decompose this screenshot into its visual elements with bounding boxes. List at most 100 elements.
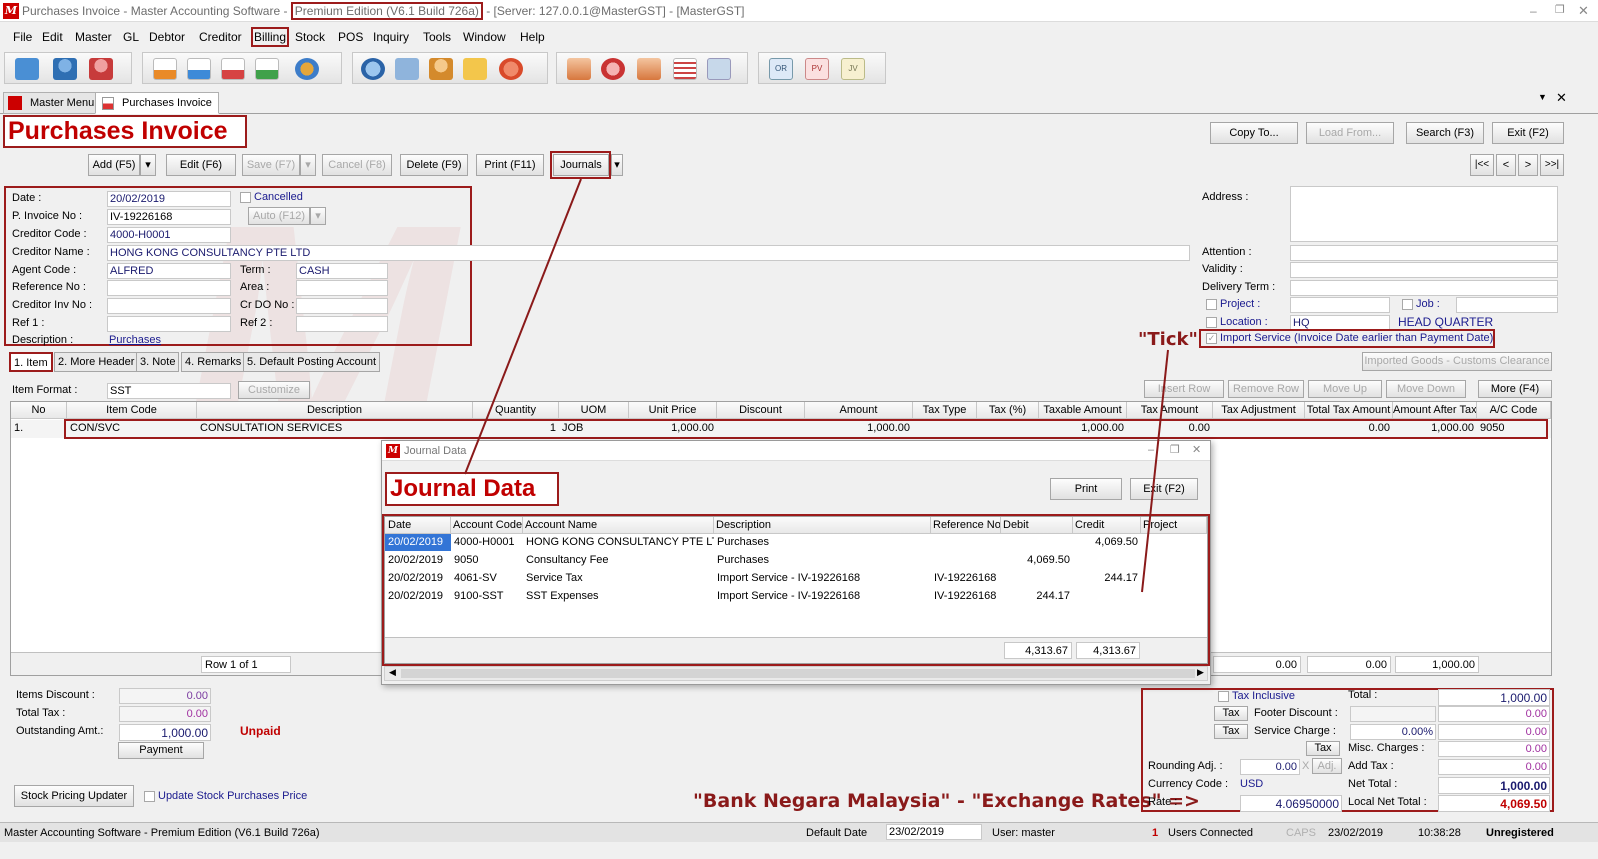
rounding-clear-icon[interactable]: X [1302,760,1309,772]
user-red-icon[interactable] [89,58,113,80]
menu-edit[interactable]: Edit [42,30,63,44]
footer-discount-input[interactable] [1350,706,1436,722]
menu-tools[interactable]: Tools [423,30,451,44]
reference-field[interactable] [107,280,231,296]
money-icon[interactable] [601,58,625,80]
save-dropdown-button[interactable]: ▾ [300,154,316,176]
validity-field[interactable] [1290,262,1558,278]
cart-icon[interactable] [395,58,419,80]
refresh-icon[interactable] [295,58,319,80]
item-format-select[interactable]: SST [107,383,231,399]
col-no[interactable]: No [11,402,67,419]
col-amount[interactable]: Amount [805,402,913,419]
attention-field[interactable] [1290,245,1558,261]
col-quantity[interactable]: Quantity [473,402,559,419]
print-button[interactable]: Print (F11) [476,154,544,176]
stock-pricing-button[interactable]: Stock Pricing Updater [14,785,134,807]
or-icon[interactable]: OR [769,58,793,80]
ref1-field[interactable] [107,316,231,332]
col-taxable-amount[interactable]: Taxable Amount [1039,402,1127,419]
col-unit-price[interactable]: Unit Price [629,402,717,419]
crdo-field[interactable] [296,298,388,314]
delivery-term-field[interactable] [1290,280,1558,296]
customize-button[interactable]: Customize [238,381,310,399]
load-from-button[interactable]: Load From... [1306,122,1394,144]
delete-button[interactable]: Delete (F9) [400,154,468,176]
doc-blue-icon[interactable] [187,58,211,80]
menu-master[interactable]: Master [75,30,112,44]
misc-tax-button[interactable]: Tax [1306,741,1340,756]
col-tax-amount[interactable]: Tax Amount [1127,402,1213,419]
pos-icon[interactable] [499,58,523,80]
creditor-code-field[interactable]: 4000-H0001 [107,227,231,243]
footer-discount-tax-button[interactable]: Tax [1214,706,1248,721]
grid-icon[interactable] [15,58,39,80]
col-ac-code[interactable]: A/C Code [1477,402,1551,419]
ref2-field[interactable] [296,316,388,332]
creditor-inv-field[interactable] [107,298,231,314]
tab-master-menu[interactable]: Master Menu [3,92,102,114]
tab-item[interactable]: 1. Item [9,352,53,372]
journal-print-button[interactable]: Print [1050,478,1122,500]
cancel-button[interactable]: Cancel (F8) [322,154,392,176]
col-tax-adjustment[interactable]: Tax Adjustment [1213,402,1305,419]
location-checkbox[interactable] [1206,317,1217,328]
default-date-field[interactable]: 23/02/2019 [886,824,982,840]
list-icon[interactable] [673,58,697,80]
nav-prev-button[interactable]: < [1496,154,1516,176]
menu-debtor[interactable]: Debtor [149,30,185,44]
cancelled-checkbox[interactable] [240,192,251,203]
scroll-right-icon[interactable]: ▶ [1197,667,1204,678]
journal-minimize-icon[interactable]: – [1148,444,1154,456]
tax-inclusive-checkbox[interactable] [1218,691,1229,702]
date-field[interactable]: 20/02/2019 [107,191,231,207]
journal-close-icon[interactable]: ✕ [1192,443,1201,456]
jv-icon[interactable]: JV [841,58,865,80]
imported-goods-button[interactable]: Imported Goods - Customs Clearance [1362,352,1552,371]
globe-icon[interactable] [361,58,385,80]
description-field[interactable]: Purchases [109,334,161,346]
nav-first-button[interactable]: |<< [1470,154,1494,176]
calc-icon[interactable] [707,58,731,80]
pinv-field[interactable]: IV-19226168 [107,209,231,225]
col-tax-type[interactable]: Tax Type [913,402,977,419]
copy-to-button[interactable]: Copy To... [1210,122,1298,144]
col-total-tax[interactable]: Total Tax Amount [1305,402,1393,419]
service-charge-tax-button[interactable]: Tax [1214,724,1248,739]
journal-scrollbar[interactable]: ◀ ▶ [384,666,1208,681]
add-button[interactable]: Add (F5) [88,154,140,176]
user-blue-icon[interactable] [53,58,77,80]
area-field[interactable] [296,280,388,296]
menu-stock[interactable]: Stock [295,30,325,44]
col-item-code[interactable]: Item Code [67,402,197,419]
creditor-name-field[interactable]: HONG KONG CONSULTANCY PTE LTD [107,245,1190,261]
doc-green-icon[interactable] [255,58,279,80]
doc-orange-icon[interactable] [153,58,177,80]
scroll-left-icon[interactable]: ◀ [389,667,396,678]
col-description[interactable]: Description [197,402,473,419]
add-dropdown-button[interactable]: ▾ [140,154,156,176]
minimize-icon[interactable]: – [1530,4,1537,18]
project-field[interactable] [1290,297,1390,313]
nav-next-button[interactable]: > [1518,154,1538,176]
col-discount[interactable]: Discount [717,402,805,419]
menu-creditor[interactable]: Creditor [199,30,242,44]
scroll-thumb[interactable] [401,669,1195,678]
menu-window[interactable]: Window [463,30,506,44]
update-stock-checkbox[interactable] [144,791,155,802]
move-down-button[interactable]: Move Down [1386,380,1466,398]
journals-dropdown-button[interactable]: ▾ [611,154,623,176]
more-button[interactable]: More (F4) [1478,380,1552,398]
exit-button[interactable]: Exit (F2) [1492,122,1564,144]
scale-icon[interactable] [567,58,591,80]
menu-pos[interactable]: POS [338,30,363,44]
agent-field[interactable]: ALFRED [107,263,231,279]
address-field[interactable] [1290,186,1558,242]
term-field[interactable]: CASH [296,263,388,279]
insert-row-button[interactable]: Insert Row [1144,380,1224,398]
menu-help[interactable]: Help [520,30,545,44]
col-tax-pct[interactable]: Tax (%) [977,402,1039,419]
tab-remarks[interactable]: 4. Remarks [181,352,246,372]
folder-icon[interactable] [463,58,487,80]
rate-field[interactable]: 4.06950000 [1240,795,1342,812]
